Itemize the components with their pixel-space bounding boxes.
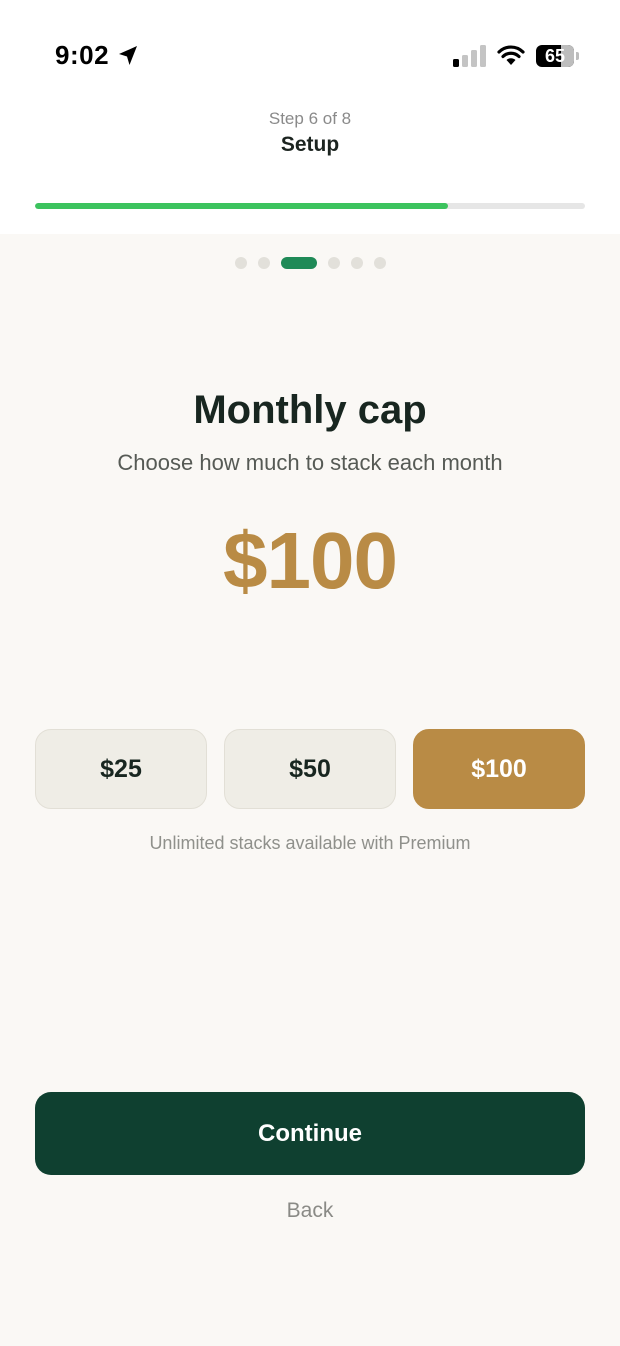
page-indicator — [0, 257, 620, 269]
battery-cap — [576, 52, 579, 60]
continue-button[interactable]: Continue — [35, 1092, 585, 1175]
main-title: Monthly cap — [193, 388, 427, 432]
battery-icon: 65 — [536, 45, 580, 67]
wifi-icon — [497, 45, 525, 65]
cellular-signal-icon — [453, 45, 486, 67]
step-label: Step 6 of 8 — [268, 109, 352, 128]
location-arrow-icon — [119, 46, 137, 65]
page-dot — [234, 257, 247, 269]
page-dot — [350, 257, 363, 269]
progress-bar — [35, 203, 585, 209]
option-50-button[interactable]: $50 — [224, 729, 396, 809]
back-button[interactable]: Back — [0, 1199, 620, 1223]
subtitle: Choose how much to stack each month — [117, 450, 503, 475]
page-title: Setup — [280, 133, 340, 156]
header: 9:02 65 Step 6 of 8 Setup — [0, 0, 620, 234]
battery-level: 65 — [544, 46, 566, 66]
selected-amount: $100 — [223, 516, 398, 605]
progress-fill — [35, 203, 448, 209]
page-dot — [327, 257, 340, 269]
amount-options: $25 $50 $100 — [35, 729, 585, 809]
option-25-button[interactable]: $25 — [35, 729, 207, 809]
premium-note: Unlimited stacks available with Premium — [149, 833, 471, 853]
option-100-button[interactable]: $100 — [413, 729, 585, 809]
battery-body: 65 — [536, 45, 574, 67]
page-dot — [280, 257, 317, 269]
page-dot — [373, 257, 386, 269]
status-time: 9:02 — [55, 40, 110, 70]
page-dot — [257, 257, 270, 269]
